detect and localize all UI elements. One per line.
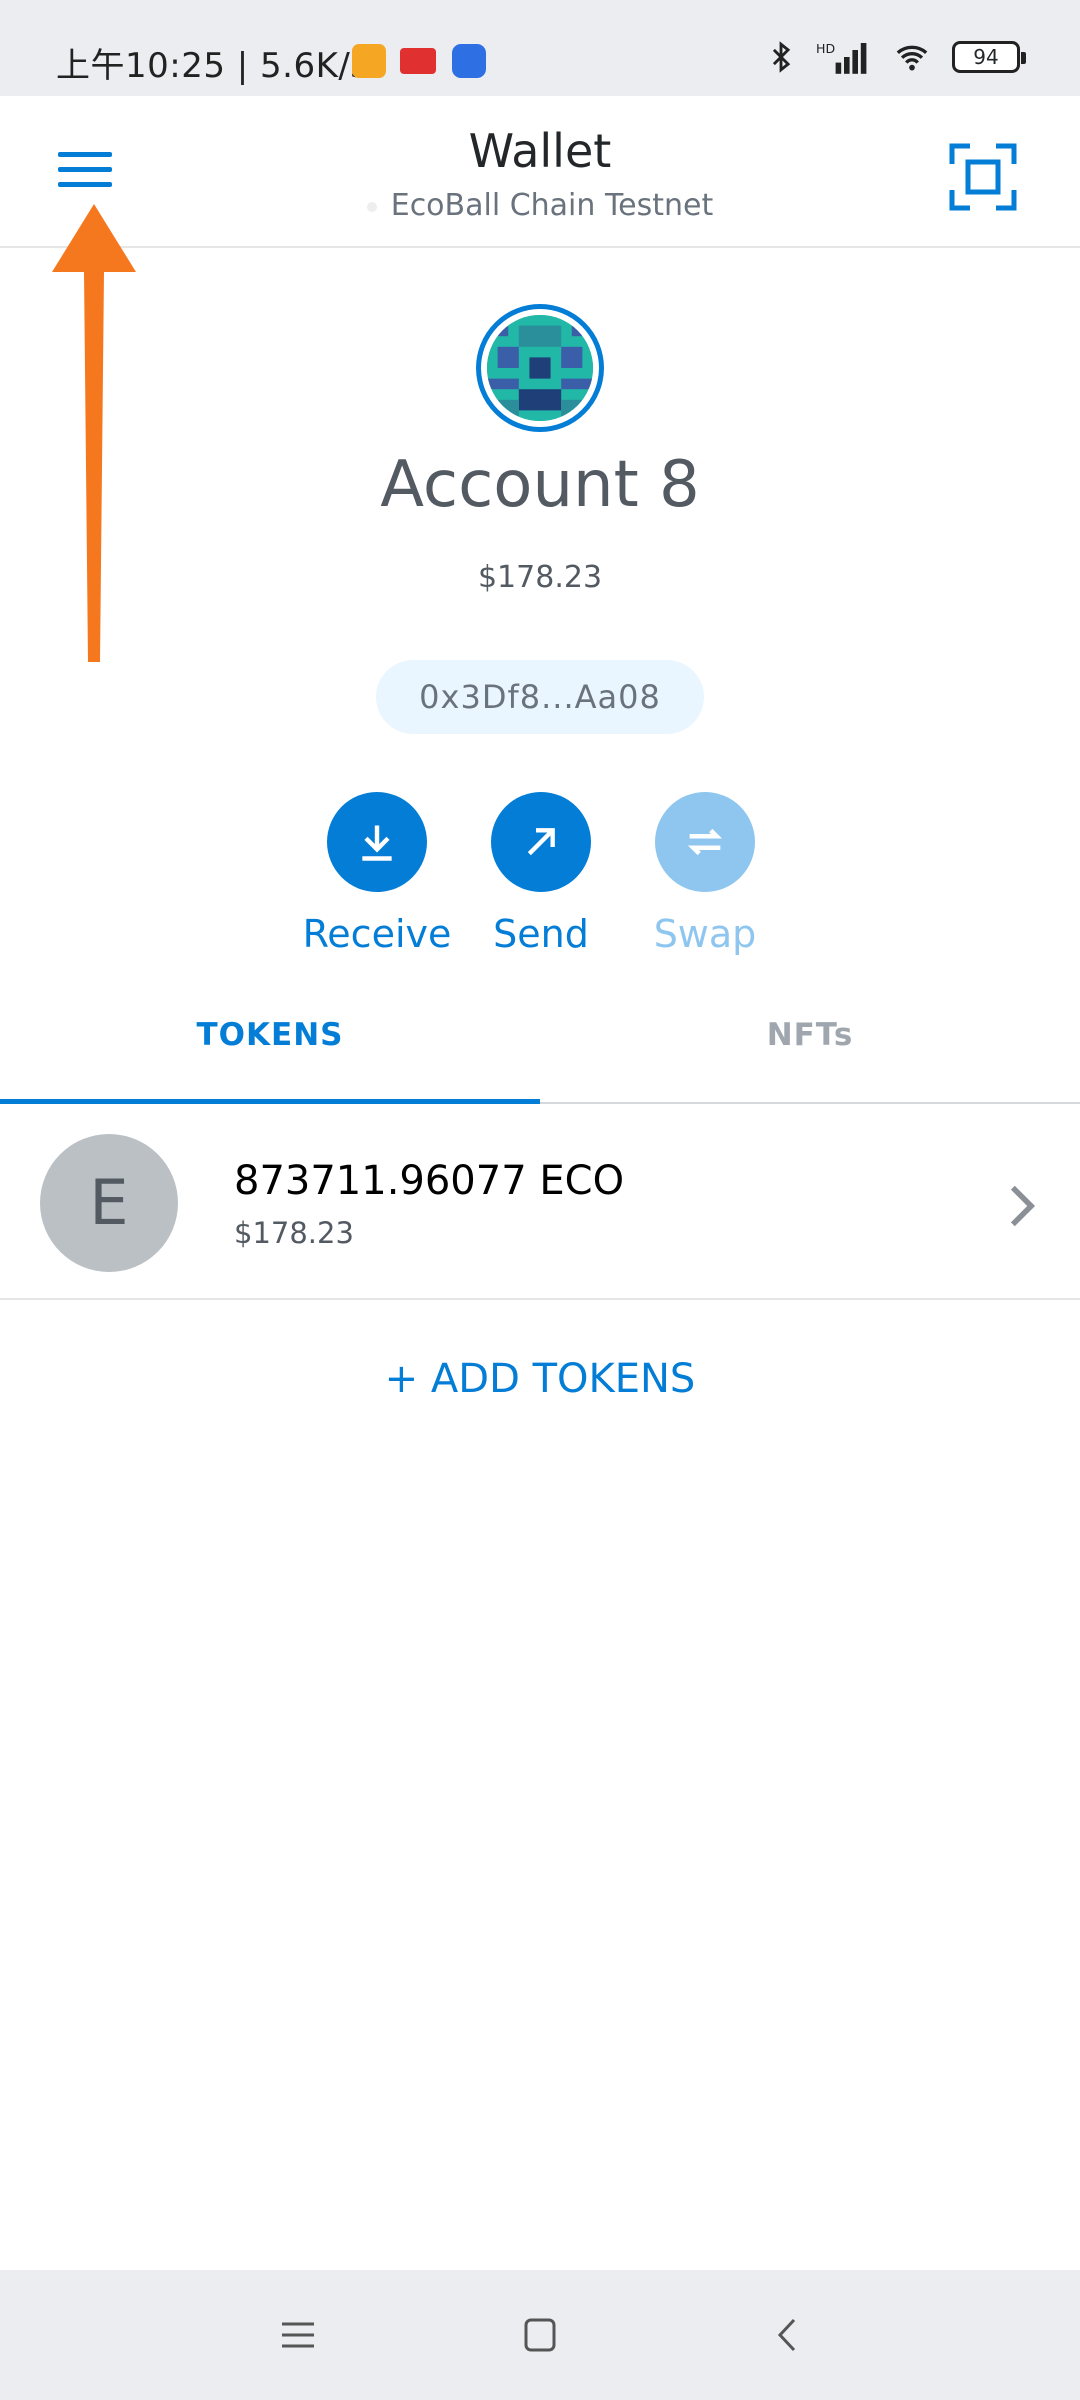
tab-nfts[interactable]: NFTs <box>540 992 1080 1104</box>
chevron-right-icon <box>1010 1185 1036 1227</box>
recent-apps-button[interactable] <box>268 2310 328 2360</box>
token-fiat-value: $178.23 <box>234 1216 354 1250</box>
active-tab-indicator <box>0 1099 540 1104</box>
notification-news-icon <box>400 48 436 74</box>
account-name: Account 8 <box>380 448 700 522</box>
status-time: 上午10:25 | 5.6K/s <box>56 46 369 86</box>
swap-label: Swap <box>653 912 757 956</box>
back-button[interactable] <box>758 2310 818 2360</box>
wallet-header: Wallet EcoBall Chain Testnet <box>0 96 1080 248</box>
network-indicator[interactable]: EcoBall Chain Testnet <box>0 188 1080 223</box>
swap-arrows-icon <box>687 828 723 856</box>
send-label: Send <box>493 912 589 956</box>
avatar <box>487 315 593 421</box>
diagonal-arrow-icon <box>527 828 555 856</box>
signal-icon: HD <box>816 41 867 74</box>
send-circle <box>491 792 591 892</box>
network-name: EcoBall Chain Testnet <box>390 188 714 223</box>
battery-icon: 94 <box>952 41 1026 73</box>
bluetooth-icon <box>772 41 791 73</box>
account-avatar[interactable] <box>476 304 604 432</box>
notification-app-icon <box>352 44 386 78</box>
scan-qr-button[interactable] <box>948 142 1018 212</box>
tab-tokens[interactable]: TOKENS <box>0 992 540 1104</box>
token-amount: 873711.96077 ECO <box>234 1158 625 1204</box>
identicon-icon <box>487 315 593 421</box>
swap-button[interactable]: Swap <box>620 792 790 956</box>
token-list-item[interactable]: E 873711.96077 ECO $178.23 <box>0 1106 1080 1300</box>
wifi-icon <box>896 45 928 71</box>
receive-button[interactable]: Receive <box>292 792 462 956</box>
system-navigation-bar <box>0 2270 1080 2400</box>
send-button[interactable]: Send <box>456 792 626 956</box>
receive-label: Receive <box>302 912 452 956</box>
network-dot <box>366 201 377 212</box>
annotation-arrow-icon <box>52 204 136 662</box>
add-tokens-button[interactable]: + ADD TOKENS <box>0 1356 1080 1402</box>
account-balance: $178.23 <box>477 560 603 595</box>
swap-circle <box>655 792 755 892</box>
asset-tabs: TOKENS NFTs <box>0 992 1080 1104</box>
hd-label: HD <box>816 41 835 56</box>
page-title: Wallet <box>468 124 612 178</box>
download-arrow-icon <box>362 825 392 861</box>
menu-line <box>58 182 112 187</box>
status-icons: HD 94 <box>764 40 1026 74</box>
home-button[interactable] <box>510 2310 570 2360</box>
account-address-copy-button[interactable]: 0x3Df8...Aa08 <box>376 660 704 734</box>
notification-sync-icon <box>452 44 486 78</box>
receive-circle <box>327 792 427 892</box>
token-avatar: E <box>40 1134 178 1272</box>
status-bar: 上午10:25 | 5.6K/s HD 94 <box>0 0 1080 96</box>
